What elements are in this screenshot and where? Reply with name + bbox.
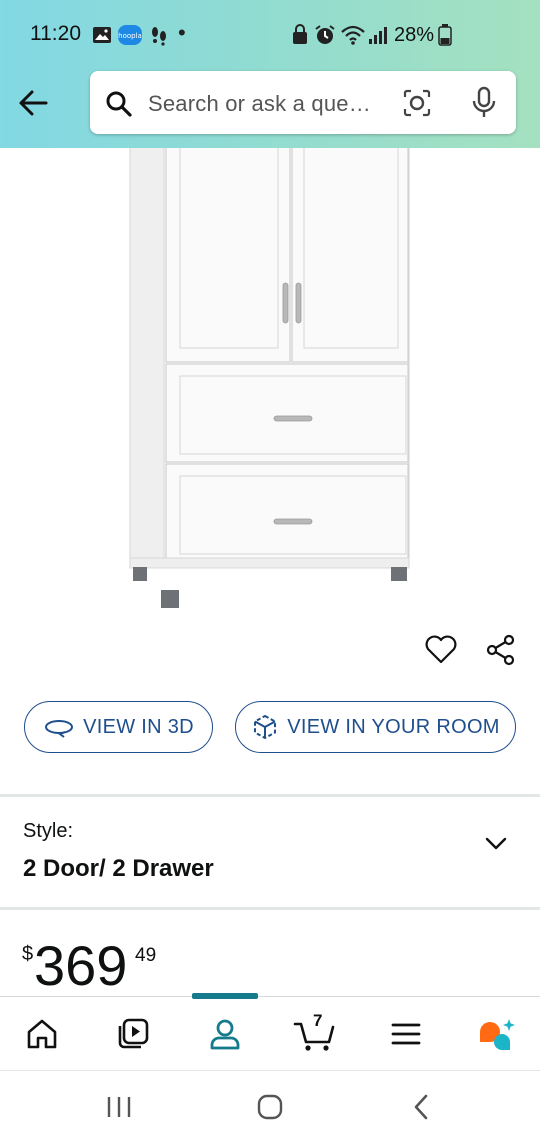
nav-video[interactable] (103, 997, 163, 1071)
gallery-icon (93, 27, 111, 43)
nav-menu[interactable] (376, 997, 436, 1071)
recent-apps-icon[interactable] (104, 1094, 134, 1120)
back-button[interactable] (12, 80, 58, 126)
view-in-your-room-label: VIEW IN YOUR ROOM (287, 715, 500, 738)
notification-lock-icon (293, 24, 307, 44)
section-divider (0, 907, 540, 910)
app-header: 11:20 hoopla • 28% Search or ask a que… (0, 0, 540, 148)
bottom-navigation (0, 993, 540, 1071)
more-notifications-dot: • (178, 20, 186, 45)
share-icon[interactable] (485, 634, 517, 666)
svg-text:hoopla: hoopla (118, 32, 142, 40)
style-label: Style: (23, 820, 74, 842)
signal-icon (369, 27, 387, 44)
search-icon (106, 91, 132, 117)
cart-count-badge: 7 (313, 1011, 323, 1030)
nav-account[interactable] (195, 997, 255, 1071)
home-icon (27, 1019, 57, 1049)
battery-icon (438, 24, 452, 46)
price-whole: 369 (34, 934, 128, 997)
arrow-left-icon (19, 90, 48, 116)
video-play-icon (118, 1018, 149, 1049)
price-fraction: 49 (135, 945, 157, 966)
view-in-3d-label: VIEW IN 3D (83, 715, 194, 738)
battery-percent: 28% (394, 24, 435, 46)
system-navigation-bar (0, 1070, 540, 1140)
hoopla-icon: hoopla (118, 25, 142, 45)
person-icon (210, 1019, 240, 1050)
alarm-icon (315, 25, 335, 44)
ar-cube-icon (254, 714, 277, 740)
status-time: 11:20 (30, 22, 81, 45)
status-bar: 11:20 hoopla • 28% (0, 0, 540, 70)
home-button-icon[interactable] (254, 1092, 286, 1122)
storage-cabinet-image (129, 137, 410, 608)
product-image[interactable] (0, 137, 540, 618)
footsteps-icon (152, 27, 166, 46)
view-in-your-room-button[interactable]: VIEW IN YOUR ROOM (235, 701, 516, 753)
hamburger-menu-icon (391, 1023, 421, 1045)
price-currency: $ (22, 943, 34, 965)
ai-assistant-icon (480, 1019, 515, 1050)
view-in-3d-button[interactable]: VIEW IN 3D (24, 701, 213, 753)
style-selector[interactable] (0, 797, 540, 907)
chevron-down-icon[interactable] (483, 834, 509, 854)
nav-cart[interactable] (285, 997, 345, 1071)
heart-icon[interactable] (424, 633, 458, 665)
wifi-icon (341, 25, 365, 45)
style-value: 2 Door/ 2 Drawer (23, 855, 214, 882)
microphone-icon[interactable] (470, 86, 498, 120)
camera-lens-icon[interactable] (402, 88, 432, 118)
search-placeholder: Search or ask a que… (148, 91, 371, 116)
search-input[interactable]: Search or ask a que… (90, 71, 516, 134)
nav-home[interactable] (12, 997, 72, 1071)
back-nav-icon[interactable] (408, 1092, 434, 1122)
rotate-3d-icon (45, 720, 74, 738)
nav-rufus[interactable] (466, 997, 526, 1071)
